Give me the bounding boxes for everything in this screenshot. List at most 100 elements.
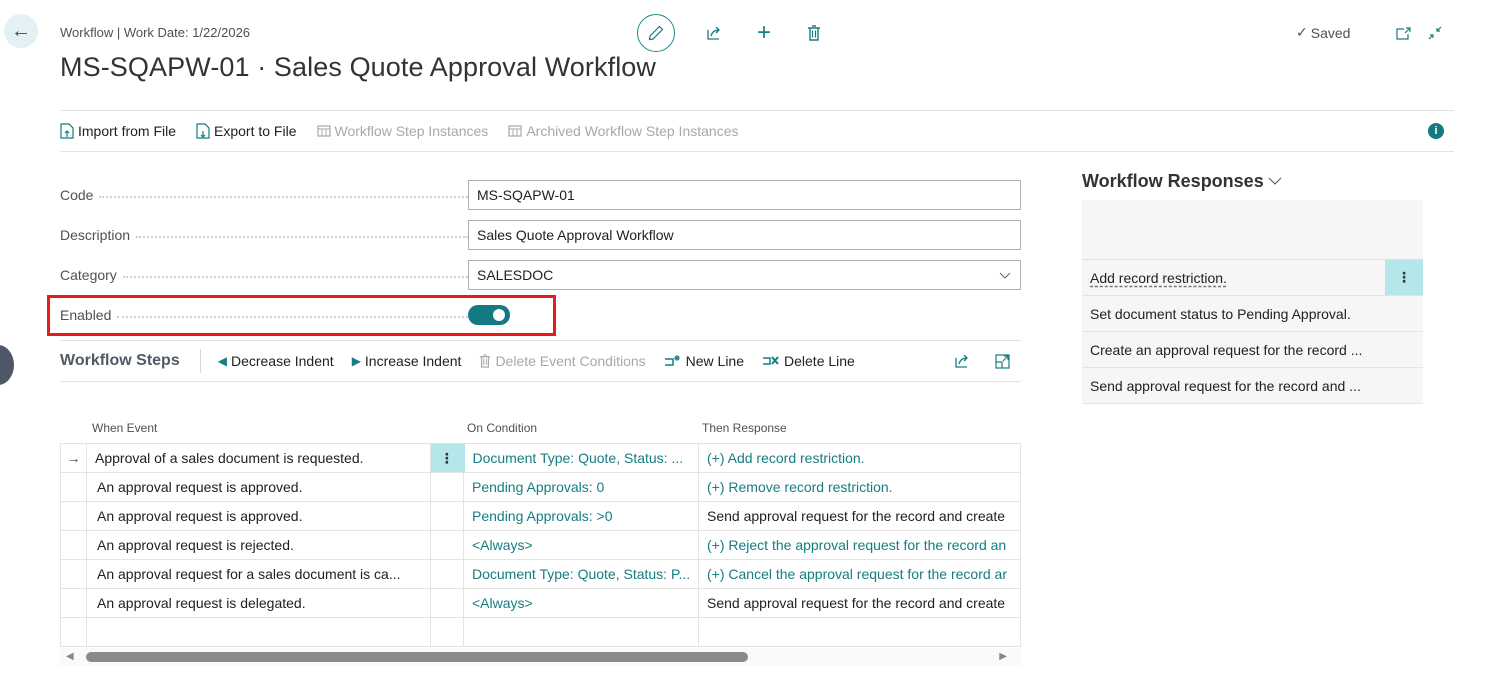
edit-button[interactable]: [637, 14, 675, 52]
workflow-responses-panel: Workflow Responses Add record restrictio…: [1082, 170, 1423, 404]
empty-row[interactable]: [60, 617, 1021, 647]
workflow-step-instances-button[interactable]: Workflow Step Instances: [316, 123, 488, 139]
saved-status: ✓ Saved: [1296, 24, 1351, 41]
enabled-label: Enabled: [60, 307, 468, 323]
decrease-indent-button[interactable]: ◀ Decrease Indent: [218, 353, 334, 369]
expand-icon: [994, 353, 1010, 369]
table-row[interactable]: → Approval of a sales document is request…: [60, 443, 1021, 473]
new-button[interactable]: +: [753, 19, 775, 46]
table-row[interactable]: An approval request is approved. Pending …: [60, 501, 1021, 531]
code-field[interactable]: MS-SQAPW-01: [468, 180, 1021, 210]
info-icon[interactable]: i: [1428, 123, 1444, 139]
then-response-cell[interactable]: (+) Cancel the approval request for the …: [698, 559, 1021, 589]
on-condition-cell[interactable]: <Always>: [463, 588, 699, 618]
scroll-right-icon[interactable]: ▶: [999, 651, 1007, 662]
then-response-cell[interactable]: Send approval request for the record and…: [698, 501, 1021, 531]
then-response-cell[interactable]: (+) Add record restriction.: [698, 443, 1021, 473]
side-handle[interactable]: [0, 345, 14, 385]
on-condition-cell[interactable]: <Always>: [463, 530, 699, 560]
workflow-responses-title[interactable]: Workflow Responses: [1082, 170, 1423, 192]
column-then-response[interactable]: Then Response: [702, 421, 787, 435]
scroll-left-icon[interactable]: ◀: [66, 651, 74, 662]
action-bar: Import from File Export to File Workflow…: [60, 110, 1454, 152]
delete-event-conditions-button[interactable]: Delete Event Conditions: [479, 353, 646, 369]
row-menu-icon[interactable]: ⋮: [430, 443, 464, 473]
toolbar-tail: [951, 350, 1013, 372]
workflow-steps-grid: When Event On Condition Then Response → A…: [60, 413, 1021, 647]
row-menu-cell[interactable]: [430, 472, 464, 502]
row-menu-cell[interactable]: [430, 501, 464, 531]
on-condition-cell[interactable]: Pending Approvals: 0: [463, 472, 699, 502]
response-list-item[interactable]: Add record restriction. ⋮: [1082, 260, 1423, 296]
delete-icon: [479, 353, 491, 369]
archived-workflow-step-instances-button[interactable]: Archived Workflow Step Instances: [508, 123, 738, 139]
row-indicator: [60, 472, 87, 502]
row-menu-cell[interactable]: [430, 530, 464, 560]
new-line-icon: [664, 354, 682, 368]
steps-table: → Approval of a sales document is request…: [60, 443, 1021, 647]
description-label: Description: [60, 227, 468, 243]
code-label: Code: [60, 187, 468, 203]
description-field[interactable]: Sales Quote Approval Workflow: [468, 220, 1021, 250]
then-response-cell[interactable]: Send approval request for the record and…: [698, 588, 1021, 618]
open-new-window-button[interactable]: [1392, 22, 1414, 44]
row-indicator: [60, 501, 87, 531]
on-condition-cell[interactable]: Document Type: Quote, Status: P...: [463, 559, 699, 589]
breadcrumb: Workflow | Work Date: 1/22/2026: [60, 25, 251, 40]
when-event-cell[interactable]: An approval request is rejected.: [86, 530, 431, 560]
when-event-cell[interactable]: An approval request is delegated.: [86, 588, 431, 618]
new-line-button[interactable]: New Line: [664, 353, 744, 369]
when-event-cell[interactable]: An approval request for a sales document…: [86, 559, 431, 589]
enabled-row: Enabled: [60, 300, 1021, 330]
category-row: Category SALESDOC: [60, 260, 1021, 290]
collapse-button[interactable]: [1424, 22, 1446, 44]
category-select[interactable]: SALESDOC: [468, 260, 1021, 290]
table-icon: [316, 125, 331, 137]
grid-header: When Event On Condition Then Response: [60, 413, 1021, 443]
collapse-icon: [1428, 26, 1442, 40]
import-from-file-button[interactable]: Import from File: [60, 123, 176, 139]
back-button[interactable]: ←: [4, 14, 38, 48]
triangle-left-icon: ◀: [217, 354, 227, 368]
delete-button[interactable]: [803, 22, 825, 44]
table-row[interactable]: An approval request is rejected. <Always>…: [60, 530, 1021, 560]
when-event-cell[interactable]: An approval request is approved.: [86, 472, 431, 502]
response-list-item[interactable]: Set document status to Pending Approval.: [1082, 296, 1423, 332]
table-row[interactable]: An approval request is delegated. <Always…: [60, 588, 1021, 618]
column-when-event[interactable]: When Event: [86, 421, 438, 435]
response-list-item[interactable]: Create an approval request for the recor…: [1082, 332, 1423, 368]
on-condition-cell[interactable]: Document Type: Quote, Status: ...: [462, 443, 699, 473]
delete-line-button[interactable]: Delete Line: [762, 353, 855, 369]
response-list-item[interactable]: Send approval request for the record and…: [1082, 368, 1423, 404]
table-row[interactable]: An approval request is approved. Pending …: [60, 472, 1021, 502]
delete-icon: [808, 24, 820, 41]
table-row[interactable]: An approval request for a sales document…: [60, 559, 1021, 589]
more-options-icon[interactable]: ⋮: [1385, 260, 1423, 295]
add-icon: +: [756, 19, 771, 46]
table-icon: [508, 125, 522, 137]
export-to-file-button[interactable]: Export to File: [196, 123, 297, 139]
row-menu-cell[interactable]: [430, 559, 464, 589]
description-row: Description Sales Quote Approval Workflo…: [60, 220, 1021, 250]
when-event-cell[interactable]: An approval request is approved.: [86, 501, 431, 531]
current-row-arrow-icon: →: [60, 443, 87, 473]
share-button[interactable]: [703, 22, 725, 44]
row-indicator: [60, 559, 87, 589]
on-condition-cell[interactable]: Pending Approvals: >0: [463, 501, 699, 531]
workflow-steps-title: Workflow Steps: [60, 349, 201, 373]
workflow-steps-toolbar: Workflow Steps ◀ Decrease Indent ▶ Incre…: [60, 340, 1021, 382]
scrollbar-thumb[interactable]: [86, 652, 748, 662]
chevron-down-icon: [1268, 177, 1282, 185]
column-on-condition[interactable]: On Condition: [466, 421, 702, 435]
code-row: Code MS-SQAPW-01: [60, 180, 1021, 210]
enabled-toggle[interactable]: [468, 305, 510, 325]
increase-indent-button[interactable]: ▶ Increase Indent: [352, 353, 462, 369]
then-response-cell[interactable]: (+) Reject the approval request for the …: [698, 530, 1021, 560]
horizontal-scrollbar[interactable]: ◀ ▶: [60, 648, 1021, 666]
expand-list-button[interactable]: [991, 350, 1013, 372]
row-menu-cell[interactable]: [430, 588, 464, 618]
share-list-button[interactable]: [951, 350, 973, 372]
when-event-cell[interactable]: Approval of a sales document is requeste…: [86, 443, 431, 473]
then-response-cell[interactable]: (+) Remove record restriction.: [698, 472, 1021, 502]
import-file-icon: [60, 123, 74, 139]
